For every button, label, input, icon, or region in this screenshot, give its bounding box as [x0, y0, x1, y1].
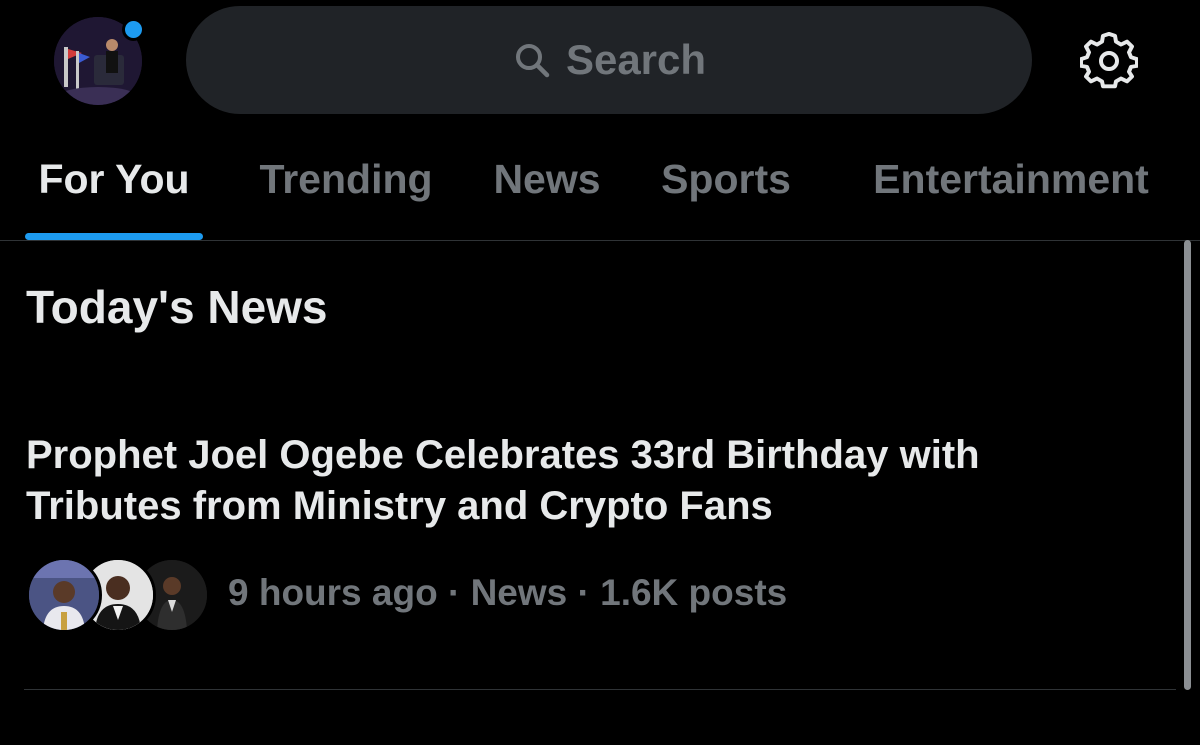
tab-entertainment[interactable]: Entertainment — [850, 150, 1172, 240]
participant-avatar — [26, 557, 102, 633]
notification-dot-icon — [122, 18, 145, 41]
tab-for-you[interactable]: For You — [26, 150, 202, 240]
scrollbar[interactable] — [1184, 240, 1191, 690]
news-headline[interactable]: Prophet Joel Ogebe Celebrates 33rd Birth… — [26, 430, 1146, 532]
section-title: Today's News — [26, 281, 328, 333]
settings-button[interactable] — [1080, 32, 1138, 90]
content-divider — [24, 689, 1176, 690]
tab-bar: For You Trending News Sports Entertainme… — [0, 150, 1200, 240]
tab-news[interactable]: News — [478, 150, 616, 240]
tabs-divider — [0, 240, 1200, 241]
avatar-stack — [26, 555, 210, 633]
gear-icon — [1080, 32, 1138, 89]
story-meta: 9 hours ago · News · 1.6K posts — [228, 572, 788, 613]
search-bar[interactable]: Search — [186, 6, 1032, 114]
search-placeholder: Search — [565, 36, 707, 83]
tab-trending[interactable]: Trending — [244, 150, 448, 240]
tab-sports[interactable]: Sports — [645, 150, 807, 240]
active-tab-indicator — [25, 233, 203, 240]
search-icon — [515, 44, 550, 78]
story-meta-row[interactable]: 9 hours ago · News · 1.6K posts — [26, 555, 788, 633]
